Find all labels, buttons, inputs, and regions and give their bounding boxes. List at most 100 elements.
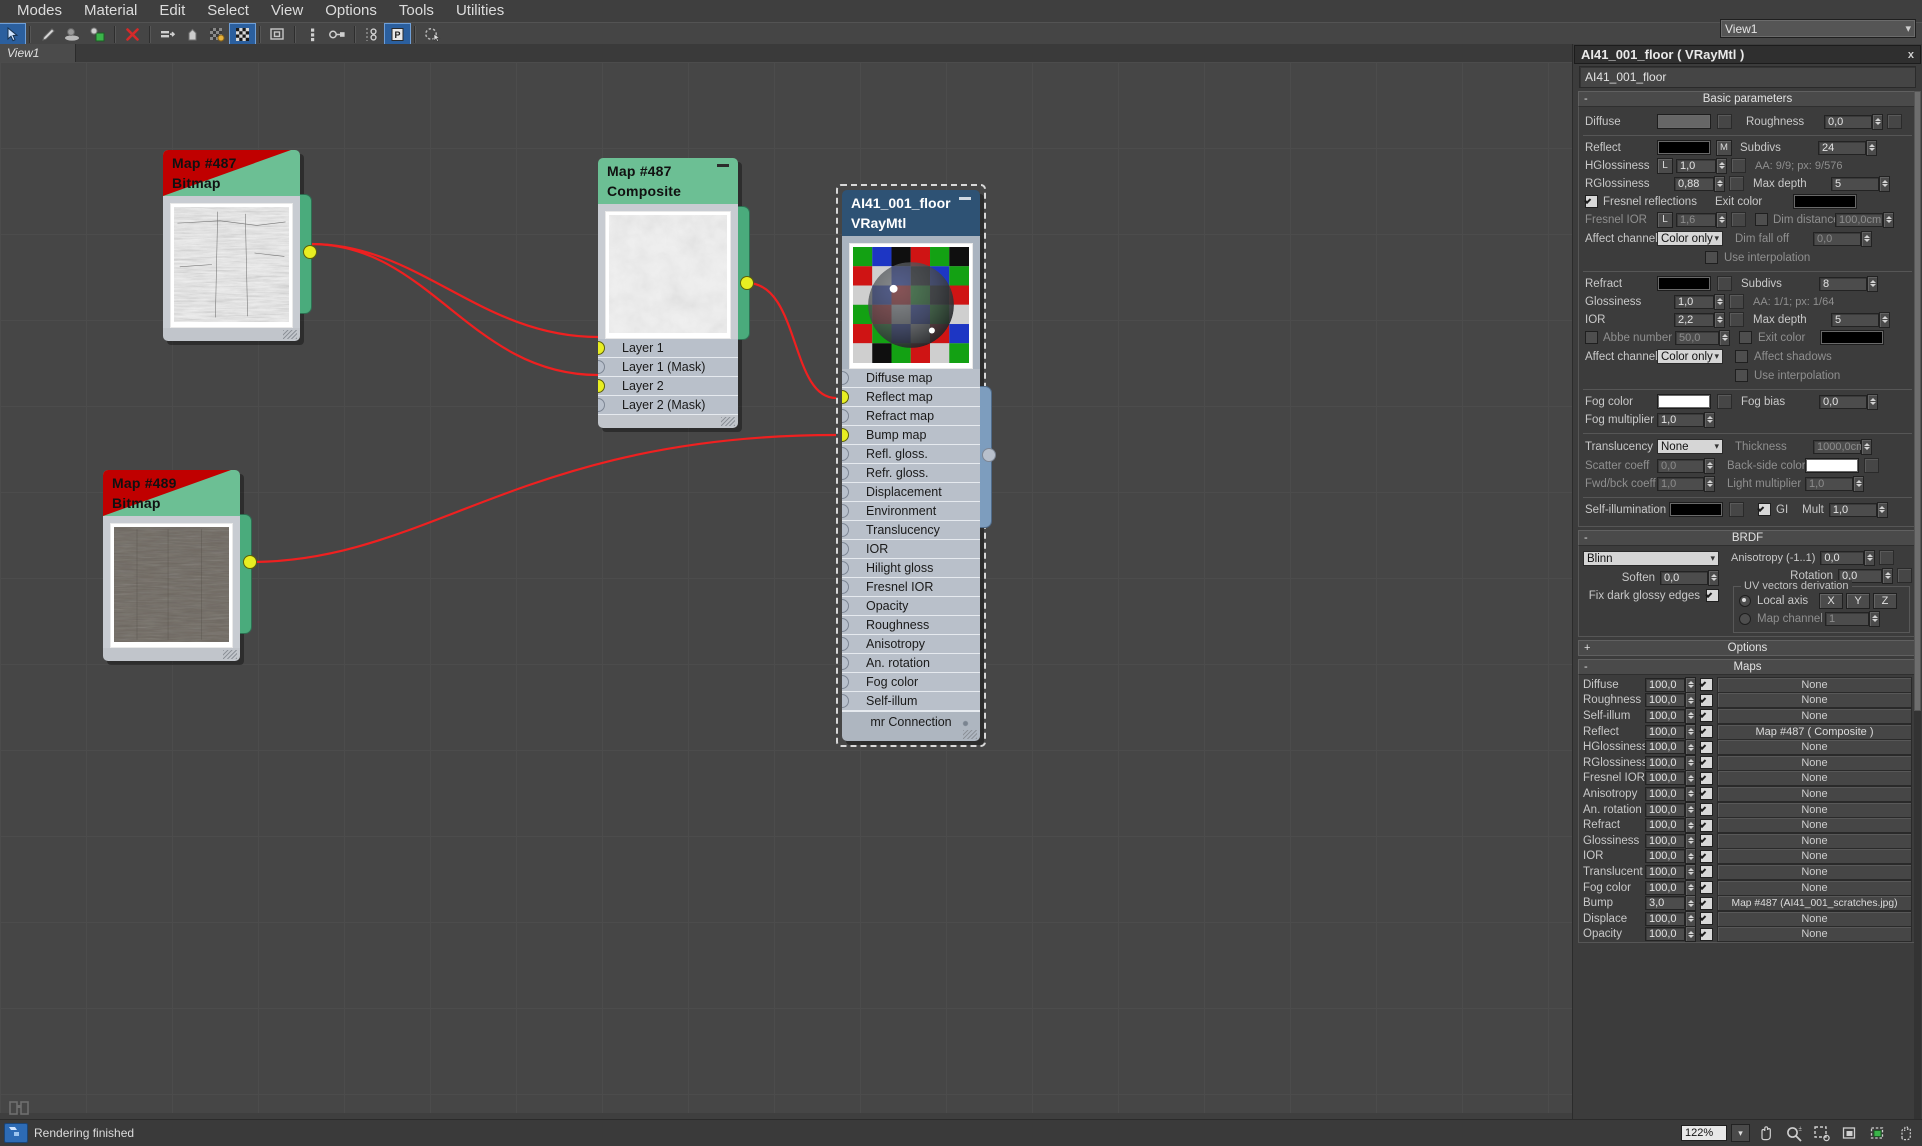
map-amount-refract[interactable]: 100,0 bbox=[1645, 818, 1685, 833]
menu-item-material[interactable]: Material bbox=[73, 0, 148, 22]
node-slot-self-illum[interactable]: Self-illum bbox=[842, 692, 980, 711]
map-slot-glossiness[interactable]: None bbox=[1717, 832, 1912, 849]
map-enable-an-rotation[interactable] bbox=[1700, 803, 1713, 817]
subdivs-refract-input[interactable]: 8 bbox=[1819, 276, 1867, 291]
map-amount-spinner-an-rotation[interactable] bbox=[1685, 801, 1696, 818]
map-amount-fresnel-ior[interactable]: 100,0 bbox=[1645, 771, 1685, 786]
input-socket-fresnel-ior[interactable] bbox=[842, 580, 849, 594]
map-slot-roughness[interactable]: None bbox=[1717, 692, 1912, 709]
map-slot-an-rotation[interactable]: None bbox=[1717, 801, 1912, 818]
map-amount-an-rotation[interactable]: 100,0 bbox=[1645, 802, 1685, 817]
map-amount-spinner-reflect[interactable] bbox=[1685, 723, 1696, 740]
map-amount-spinner-roughness[interactable] bbox=[1685, 692, 1696, 709]
node-slot-translucency[interactable]: Translucency bbox=[842, 521, 980, 540]
rollout-expander-options[interactable]: + bbox=[1584, 642, 1590, 654]
node-slot-environment[interactable]: Environment bbox=[842, 502, 980, 521]
zoom-extents-icon[interactable] bbox=[1838, 1123, 1862, 1143]
map-amount-translucent[interactable]: 100,0 bbox=[1645, 864, 1685, 879]
rotation-spinner[interactable] bbox=[1882, 567, 1893, 584]
fog-color-map-button[interactable] bbox=[1717, 394, 1732, 409]
map-enable-refract[interactable] bbox=[1700, 818, 1713, 832]
resize-grip[interactable] bbox=[223, 650, 237, 659]
map-channel-radio[interactable] bbox=[1739, 612, 1751, 625]
rollout-expander-basic[interactable]: - bbox=[1584, 93, 1588, 105]
node-bitmap-map-489[interactable]: Map #489 Bitmap bbox=[103, 470, 257, 665]
translucency-dropdown[interactable]: None ▾ bbox=[1657, 439, 1723, 454]
map-amount-diffuse[interactable]: 100,0 bbox=[1645, 677, 1685, 692]
menu-item-tools[interactable]: Tools bbox=[388, 0, 445, 22]
node-slot-hilight-gloss[interactable]: Hilight gloss bbox=[842, 559, 980, 578]
affect-channels-refract-dropdown[interactable]: Color only ▾ bbox=[1657, 349, 1723, 364]
map-amount-ior[interactable]: 100,0 bbox=[1645, 849, 1685, 864]
map-slot-reflect[interactable]: Map #487 ( Composite ) bbox=[1717, 723, 1912, 740]
map-amount-anisotropy[interactable]: 100,0 bbox=[1645, 786, 1685, 801]
thickness-spinner[interactable] bbox=[1861, 438, 1872, 455]
layout-all-button[interactable] bbox=[325, 24, 350, 45]
maxdepth-reflect-spinner[interactable] bbox=[1879, 175, 1890, 192]
map-enable-diffuse[interactable] bbox=[1700, 678, 1713, 692]
rotation-map-button[interactable] bbox=[1897, 568, 1912, 583]
mult-input[interactable]: 1,0 bbox=[1828, 502, 1877, 517]
resize-grip[interactable] bbox=[963, 730, 977, 739]
node-vraymtl-ai41-001-floor[interactable]: AI41_001_floor VRayMtl Diffuse map Refle… bbox=[836, 184, 996, 747]
map-enable-roughness[interactable] bbox=[1700, 693, 1713, 707]
pan-icon[interactable] bbox=[1754, 1123, 1778, 1143]
input-socket-environment[interactable] bbox=[842, 504, 849, 518]
input-socket-refl-gloss[interactable] bbox=[842, 447, 849, 461]
resize-grip[interactable] bbox=[721, 417, 735, 426]
node-composite-map-487[interactable]: Map #487 Composite Layer 1 Layer 1 (Mask… bbox=[598, 158, 754, 432]
node-slot-layer-1-mask[interactable]: Layer 1 (Mask) bbox=[598, 358, 738, 377]
collapse-icon[interactable] bbox=[959, 197, 971, 200]
fresnel-ior-map-button[interactable] bbox=[1731, 212, 1746, 227]
backside-color-swatch[interactable] bbox=[1805, 458, 1859, 473]
input-socket-refract-map[interactable] bbox=[842, 409, 849, 423]
hglossiness-input[interactable]: 1,0 bbox=[1676, 158, 1716, 173]
close-icon[interactable]: x bbox=[1908, 49, 1914, 61]
show-shaded-material-in-viewport-button[interactable] bbox=[85, 24, 110, 45]
map-amount-spinner-ior[interactable] bbox=[1685, 848, 1696, 865]
map-channel-spinner[interactable] bbox=[1869, 610, 1880, 627]
rollout-scroll-area[interactable]: - Basic parameters Diffuse Roughness 0,0 bbox=[1573, 91, 1922, 1123]
input-socket-displacement[interactable] bbox=[842, 485, 849, 499]
map-amount-self-illum[interactable]: 100,0 bbox=[1645, 708, 1685, 723]
exit-color-reflect-swatch[interactable] bbox=[1792, 194, 1857, 209]
node-slot-refl-gloss[interactable]: Refl. gloss. bbox=[842, 445, 980, 464]
map-enable-fog-color[interactable] bbox=[1700, 881, 1713, 895]
maxdepth-refract-spinner[interactable] bbox=[1879, 311, 1890, 328]
menu-item-view[interactable]: View bbox=[260, 0, 314, 22]
map-amount-spinner-fresnel-ior[interactable] bbox=[1685, 770, 1696, 787]
fresnel-ior-spinner[interactable] bbox=[1716, 211, 1727, 228]
input-socket-an-rotation[interactable] bbox=[842, 656, 849, 670]
map-channel-input[interactable]: 1 bbox=[1825, 611, 1869, 626]
map-slot-opacity[interactable]: None bbox=[1717, 926, 1912, 943]
map-enable-opacity[interactable] bbox=[1700, 927, 1713, 941]
node-thumbnail[interactable] bbox=[605, 211, 731, 339]
delete-node-button[interactable] bbox=[120, 24, 145, 45]
affect-shadows-checkbox[interactable] bbox=[1735, 350, 1748, 363]
light-multiplier-input[interactable]: 1,0 bbox=[1805, 476, 1853, 491]
node-thumbnail[interactable] bbox=[170, 203, 293, 328]
glossiness-map-button[interactable] bbox=[1729, 294, 1744, 309]
map-slot-translucent[interactable]: None bbox=[1717, 863, 1912, 880]
maxdepth-refract-input[interactable]: 5 bbox=[1831, 312, 1879, 327]
node-thumbnail[interactable] bbox=[849, 243, 973, 369]
fresnel-ior-lock-button[interactable]: L bbox=[1657, 211, 1673, 228]
reflect-map-button[interactable]: M bbox=[1716, 139, 1732, 156]
input-socket-diffuse-map[interactable] bbox=[842, 371, 849, 385]
map-amount-opacity[interactable]: 100,0 bbox=[1645, 927, 1685, 942]
map-slot-fog-color[interactable]: None bbox=[1717, 879, 1912, 896]
hglossiness-map-button[interactable] bbox=[1731, 158, 1746, 173]
map-amount-roughness[interactable]: 100,0 bbox=[1645, 693, 1685, 708]
map-slot-fresnel-ior[interactable]: None bbox=[1717, 770, 1912, 787]
affect-channels-reflect-dropdown[interactable]: Color only ▾ bbox=[1657, 231, 1723, 246]
material-panel-scrollbar[interactable] bbox=[1914, 91, 1921, 1123]
node-slot-diffuse-map[interactable]: Diffuse map bbox=[842, 369, 980, 388]
backside-color-map-button[interactable] bbox=[1864, 458, 1879, 473]
view-tab-view1[interactable]: View1 bbox=[0, 44, 76, 62]
input-socket-layer-1-mask[interactable] bbox=[598, 360, 605, 374]
input-socket-anisotropy[interactable] bbox=[842, 637, 849, 651]
output-socket-bitmap-487[interactable] bbox=[303, 245, 317, 259]
fog-bias-input[interactable]: 0,0 bbox=[1819, 394, 1867, 409]
menu-item-modes[interactable]: Modes bbox=[6, 0, 73, 22]
map-amount-bump[interactable]: 3,0 bbox=[1645, 896, 1685, 911]
